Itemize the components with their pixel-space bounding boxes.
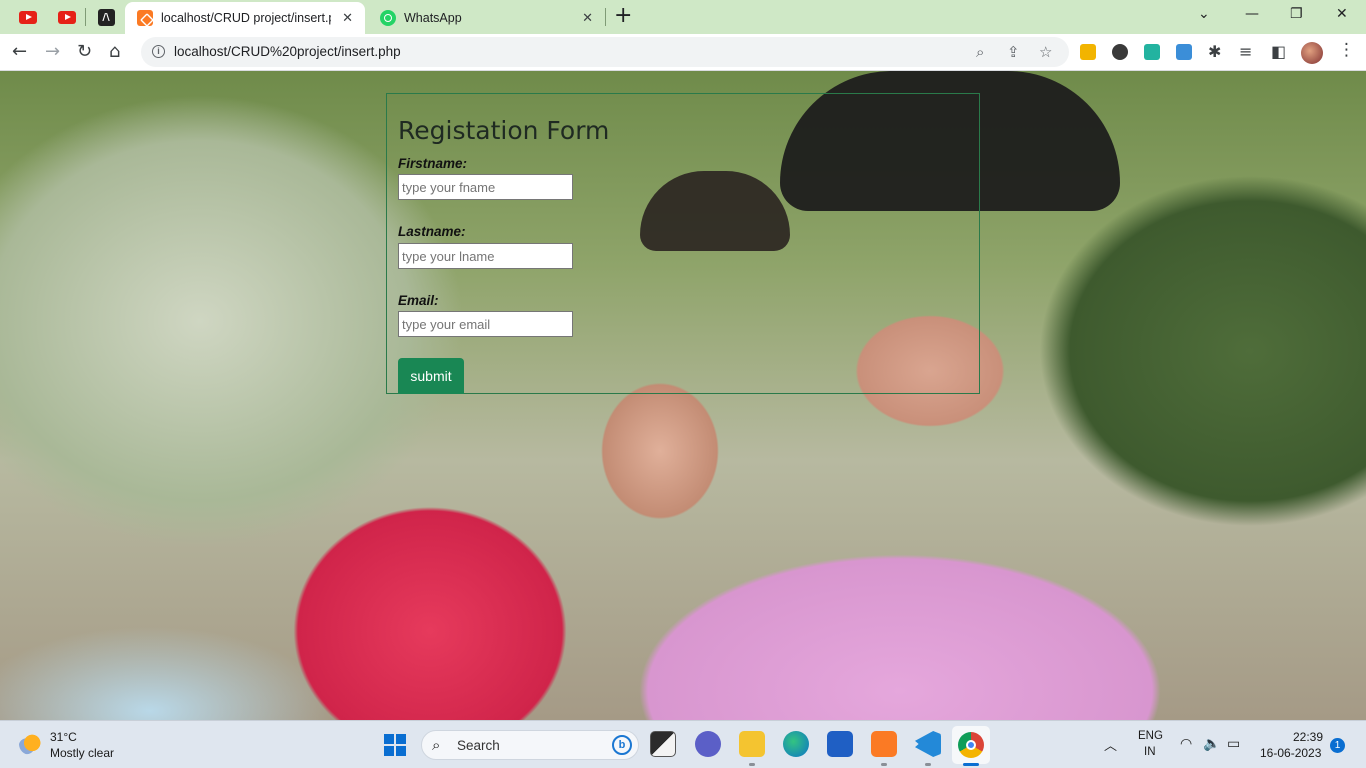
registration-form: Registation Form Firstname: Lastname: Em… xyxy=(386,93,980,394)
side-panel-icon[interactable]: ◧ xyxy=(1271,42,1286,61)
extension-screen-icon[interactable] xyxy=(1176,44,1192,60)
form-title: Registation Form xyxy=(398,116,610,145)
firstname-input[interactable] xyxy=(398,174,573,200)
whatsapp-icon xyxy=(380,10,396,26)
file-explorer-icon[interactable] xyxy=(739,731,765,757)
pinned-tab-codepen[interactable]: /\ xyxy=(95,7,117,27)
battery-icon[interactable]: ▭ xyxy=(1227,736,1240,752)
wifi-icon[interactable]: ◠ xyxy=(1180,736,1192,752)
back-arrow-icon[interactable]: ← xyxy=(12,41,27,62)
xampp-icon xyxy=(137,10,153,26)
extensions-puzzle-icon[interactable]: ✱ xyxy=(1208,42,1221,61)
weather-description: Mostly clear xyxy=(50,746,115,760)
close-icon[interactable]: ✕ xyxy=(582,11,593,26)
address-text[interactable]: localhost/CRUD%20project/insert.php xyxy=(174,44,401,59)
running-indicator xyxy=(925,763,931,766)
new-tab-button[interactable]: + xyxy=(614,3,632,28)
volume-icon[interactable]: 🔈 xyxy=(1203,736,1220,752)
vscode-icon[interactable] xyxy=(915,731,941,757)
close-icon[interactable]: ✕ xyxy=(342,11,353,26)
language-indicator[interactable]: ENG xyxy=(1138,730,1163,742)
profile-avatar[interactable] xyxy=(1301,42,1323,64)
submit-button[interactable]: submit xyxy=(398,358,464,394)
taskbar-search[interactable]: ⌕ Search b xyxy=(421,730,639,760)
clock-time[interactable]: 22:39 xyxy=(1293,730,1323,744)
running-indicator xyxy=(749,763,755,766)
tab-title: localhost/CRUD project/insert.php xyxy=(161,11,331,25)
microsoft-store-icon[interactable] xyxy=(827,731,853,757)
minimize-button[interactable]: — xyxy=(1245,6,1259,22)
running-indicator xyxy=(881,763,887,766)
browser-tab-strip: /\ localhost/CRUD project/insert.php ✕ W… xyxy=(0,0,1366,34)
chrome-taskbar-button[interactable] xyxy=(952,726,990,764)
bing-icon[interactable]: b xyxy=(612,735,632,755)
tab-separator xyxy=(605,8,606,26)
extension-notes-icon[interactable] xyxy=(1080,44,1096,60)
tab-separator xyxy=(85,8,86,26)
bookmark-star-icon[interactable]: ☆ xyxy=(1039,43,1052,61)
codepen-icon: /\ xyxy=(97,8,115,26)
share-icon[interactable]: ⇪ xyxy=(1007,43,1020,61)
windows-taskbar: 31°C Mostly clear ⌕ Search b ︿ ENG IN ◠ … xyxy=(0,720,1366,768)
page-background-photo: Registation Form Firstname: Lastname: Em… xyxy=(0,71,1366,720)
task-view-icon[interactable] xyxy=(650,731,676,757)
close-window-button[interactable]: ✕ xyxy=(1336,6,1348,22)
pinned-tab-youtube-2[interactable] xyxy=(56,7,78,27)
lastname-input[interactable] xyxy=(398,243,573,269)
youtube-icon xyxy=(19,10,37,24)
youtube-icon xyxy=(58,10,76,24)
home-icon[interactable]: ⌂ xyxy=(109,41,120,62)
zoom-search-icon[interactable]: ⌕ xyxy=(976,43,984,61)
search-label: Search xyxy=(457,738,500,753)
site-info-icon[interactable]: i xyxy=(152,45,165,58)
email-input[interactable] xyxy=(398,311,573,337)
running-indicator-active xyxy=(963,763,979,766)
tab-title: WhatsApp xyxy=(404,11,462,25)
tray-overflow-chevron-icon[interactable]: ︿ xyxy=(1104,735,1117,754)
tab-whatsapp[interactable]: WhatsApp ✕ xyxy=(368,2,605,34)
clock-date[interactable]: 16-06-2023 xyxy=(1260,746,1321,760)
menu-kebab-icon[interactable]: ⋮ xyxy=(1338,40,1355,60)
extension-teal-icon[interactable] xyxy=(1144,44,1160,60)
extension-dark-icon[interactable] xyxy=(1112,44,1128,60)
weather-moon-cloud-icon xyxy=(19,733,41,755)
lastname-label: Lastname: xyxy=(398,224,466,239)
chrome-icon xyxy=(958,732,984,758)
start-windows-icon[interactable] xyxy=(384,734,406,756)
firstname-label: Firstname: xyxy=(398,156,468,171)
forward-arrow-icon[interactable]: → xyxy=(45,41,60,62)
teams-chat-icon[interactable] xyxy=(695,731,721,757)
notification-badge[interactable]: 1 xyxy=(1330,738,1345,753)
weather-temperature: 31°C xyxy=(50,730,77,744)
xampp-icon[interactable] xyxy=(871,731,897,757)
edge-browser-icon[interactable] xyxy=(783,731,809,757)
email-label: Email: xyxy=(398,293,439,308)
browser-toolbar: ← → ↻ ⌂ i localhost/CRUD%20project/inser… xyxy=(0,34,1366,71)
tab-insert-php[interactable]: localhost/CRUD project/insert.php ✕ xyxy=(125,2,365,34)
media-queue-icon[interactable]: ≡ xyxy=(1239,42,1252,61)
restore-button[interactable]: ❐ xyxy=(1290,6,1303,22)
search-icon: ⌕ xyxy=(432,736,441,754)
reload-icon[interactable]: ↻ xyxy=(77,41,92,62)
address-bar[interactable]: i localhost/CRUD%20project/insert.php ⌕ … xyxy=(141,37,1069,67)
tab-search-chevron-icon[interactable]: ⌄ xyxy=(1198,6,1210,22)
language-region[interactable]: IN xyxy=(1144,746,1156,758)
pinned-tab-youtube[interactable] xyxy=(17,7,39,27)
